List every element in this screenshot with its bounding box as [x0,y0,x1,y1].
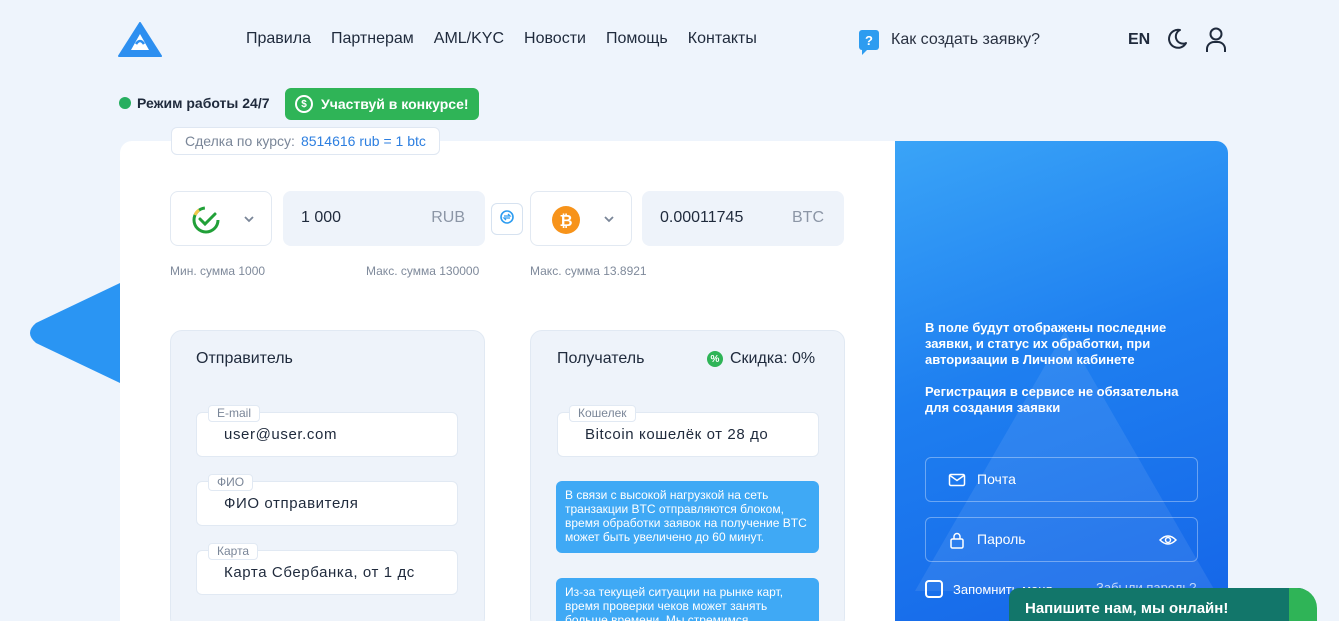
card-field[interactable]: Карта Карта Сбербанка, от 1 дс [196,543,458,595]
chevron-down-icon [243,212,255,224]
nav-news[interactable]: Новости [524,30,586,48]
nav-rules[interactable]: Правила [246,30,311,48]
rate-value: 8514616 rub = 1 btc [300,133,426,149]
give-amount-field[interactable]: 1 000 RUB [283,191,485,246]
user-icon[interactable] [1205,27,1227,53]
work-mode-label: Режим работы 24/7 [137,95,270,111]
nav-help[interactable]: Помощь [606,30,668,48]
auth-registration-text: Регистрация в сервисе не обязательна для… [925,384,1179,415]
online-dot-icon [119,97,131,109]
decorative-triangle [28,283,120,383]
fullname-value: ФИО отправителя [224,495,359,512]
email-value: user@user.com [224,426,338,443]
dollar-coin-icon: $ [295,95,313,113]
max-get-hint: Макс. сумма 13.8921 [530,264,647,278]
max-give-hint: Макс. сумма 130000 [366,264,480,278]
swap-button[interactable] [491,203,523,235]
login-password-input[interactable]: Пароль [925,517,1198,562]
receiver-title: Получатель [557,350,645,367]
remember-checkbox[interactable] [925,580,943,598]
card-check-notice: Из-за текущей ситуации на рынке карт, вр… [556,578,819,621]
logo[interactable] [118,22,162,58]
mail-icon [948,471,966,489]
give-currency-select[interactable] [170,191,272,246]
nav-partners[interactable]: Партнерам [331,30,414,48]
lock-icon [948,531,966,549]
give-currency-code: RUB [431,209,465,226]
email-label: E-mail [208,405,261,422]
contest-button[interactable]: $ Участвуй в конкурсе! [285,88,479,120]
fullname-field[interactable]: ФИО ФИО отправителя [196,474,458,526]
wallet-value: Bitcoin кошелёк от 28 до [585,426,769,443]
wallet-label: Кошелек [569,405,636,422]
how-to-create-link[interactable]: ? Как создать заявку? [859,30,1041,55]
chevron-down-icon [603,212,615,224]
login-email-input[interactable]: Почта [925,457,1198,502]
btc-load-notice: В связи с высокой нагрузкой на сеть тран… [556,481,819,553]
percent-icon: % [707,351,723,367]
bitcoin-icon: ₿ [551,205,581,235]
rate-badge: Сделка по курсу: 8514616 rub = 1 btc [171,127,440,155]
contest-label: Участвуй в конкурсе! [321,96,469,112]
login-password-placeholder: Пароль [977,531,1026,547]
get-amount-field[interactable]: 0.00011745 BTC [642,191,844,246]
rate-label: Сделка по курсу: [185,133,295,149]
sender-title: Отправитель [196,350,293,367]
work-mode-status: Режим работы 24/7 [119,95,270,111]
chat-label: Напишите нам, мы онлайн! [1025,600,1229,617]
chat-status-indicator [1289,588,1317,621]
swap-icon [499,209,515,230]
language-switch[interactable]: EN [1128,31,1150,49]
nav-aml-kyc[interactable]: AML/KYC [434,30,504,48]
eye-icon[interactable] [1158,532,1178,548]
sberbank-icon [191,205,221,235]
discount-badge: % Скидка: 0% [707,350,815,368]
fullname-label: ФИО [208,474,254,491]
login-email-placeholder: Почта [977,471,1016,487]
get-amount-value: 0.00011745 [660,209,744,226]
give-amount-value: 1 000 [301,209,342,226]
get-currency-select[interactable]: ₿ [530,191,632,246]
email-field[interactable]: E-mail user@user.com [196,405,458,457]
nav-contacts[interactable]: Контакты [688,30,757,48]
main-nav: Правила Партнерам AML/KYC Новости Помощь… [246,30,757,48]
auth-info-text: В поле будут отображены последние заявки… [925,320,1167,367]
moon-icon[interactable] [1166,28,1188,50]
question-icon: ? [859,30,879,55]
card-label: Карта [208,543,259,560]
card-value: Карта Сбербанка, от 1 дс [224,564,415,581]
svg-text:₿: ₿ [559,211,572,230]
how-to-create-label: Как создать заявку? [891,31,1041,48]
discount-label: Скидка: 0% [730,350,816,367]
chat-widget[interactable]: Напишите нам, мы онлайн! [1009,588,1317,621]
wallet-field[interactable]: Кошелек Bitcoin кошелёк от 28 до [557,405,819,457]
get-currency-code: BTC [792,209,824,226]
min-amount-hint: Мин. сумма 1000 [170,264,266,278]
